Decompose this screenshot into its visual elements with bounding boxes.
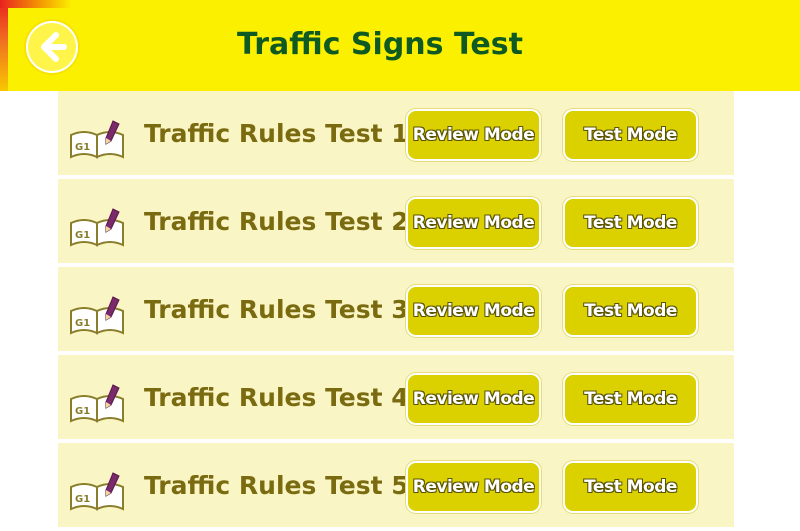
book-pencil-icon: G1	[70, 120, 124, 159]
list-item: G1 Traffic Rules Test 4 Review Mode Test…	[58, 355, 734, 439]
test-mode-button[interactable]: Test Mode	[565, 199, 696, 247]
test-title: Traffic Rules Test 5	[144, 471, 409, 500]
review-mode-button[interactable]: Review Mode	[408, 199, 539, 247]
test-list: G1 Traffic Rules Test 1 Review Mode Test…	[58, 91, 734, 531]
test-mode-button[interactable]: Test Mode	[565, 463, 696, 511]
review-mode-button[interactable]: Review Mode	[408, 287, 539, 335]
book-pencil-icon: G1	[70, 384, 124, 423]
test-title: Traffic Rules Test 4	[144, 383, 409, 412]
app-header: Traffic Signs Test	[0, 0, 800, 91]
list-item: G1 Traffic Rules Test 2 Review Mode Test…	[58, 179, 734, 263]
test-mode-button[interactable]: Test Mode	[565, 287, 696, 335]
book-label: G1	[75, 494, 90, 505]
review-mode-button[interactable]: Review Mode	[408, 463, 539, 511]
test-mode-button[interactable]: Test Mode	[565, 111, 696, 159]
test-title: Traffic Rules Test 2	[144, 207, 409, 236]
book-label: G1	[75, 406, 90, 417]
book-pencil-icon: G1	[70, 472, 124, 511]
page-title: Traffic Signs Test	[237, 27, 523, 62]
review-mode-button[interactable]: Review Mode	[408, 111, 539, 159]
list-item: G1 Traffic Rules Test 5 Review Mode Test…	[58, 443, 734, 527]
corner-decoration-top	[0, 0, 72, 8]
test-title: Traffic Rules Test 3	[144, 295, 409, 324]
review-mode-button[interactable]: Review Mode	[408, 375, 539, 423]
book-label: G1	[75, 230, 90, 241]
list-item: G1 Traffic Rules Test 3 Review Mode Test…	[58, 267, 734, 351]
book-pencil-icon: G1	[70, 208, 124, 247]
list-item: G1 Traffic Rules Test 1 Review Mode Test…	[58, 91, 734, 175]
test-title: Traffic Rules Test 1	[144, 119, 409, 148]
book-label: G1	[75, 318, 90, 329]
book-label: G1	[75, 142, 90, 153]
book-pencil-icon: G1	[70, 296, 124, 335]
test-mode-button[interactable]: Test Mode	[565, 375, 696, 423]
